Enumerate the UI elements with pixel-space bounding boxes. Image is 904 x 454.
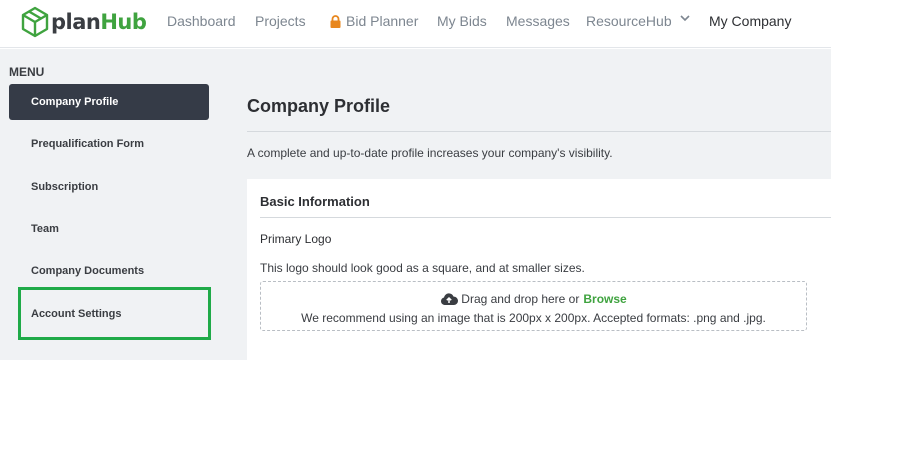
nav-bid-planner-label: Bid Planner	[346, 13, 419, 29]
sidebar-item-subscription[interactable]: Subscription	[9, 169, 209, 205]
dropzone-recommendation: We recommend using an image that is 200p…	[301, 311, 766, 325]
nav-projects[interactable]: Projects	[255, 12, 306, 30]
planhub-cube-icon	[21, 6, 49, 38]
nav-my-bids[interactable]: My Bids	[437, 12, 487, 30]
nav-my-company[interactable]: My Company	[709, 12, 791, 30]
sidebar-item-company-profile[interactable]: Company Profile	[9, 84, 209, 120]
primary-logo-label: Primary Logo	[260, 232, 332, 246]
logo-hint: This logo should look good as a square, …	[260, 261, 585, 275]
card-divider	[260, 217, 831, 218]
browse-link[interactable]: Browse	[583, 292, 626, 306]
planhub-logo[interactable]: planHub	[20, 5, 147, 39]
chevron-down-icon	[680, 14, 690, 21]
sidebar-item-team[interactable]: Team	[9, 211, 209, 247]
dropzone-prompt: Drag and drop here or Browse	[261, 291, 806, 307]
nav-resourcehub[interactable]: ResourceHub	[586, 12, 690, 30]
sidebar-item-prequalification-form[interactable]: Prequalification Form	[9, 126, 209, 162]
sidebar-menu: MENU Company Profile Prequalification Fo…	[0, 49, 246, 360]
highlight-box	[18, 287, 211, 340]
top-navigation: planHub Dashboard Projects Bid Planner M…	[0, 0, 831, 48]
dropzone-text: Drag and drop here or	[461, 292, 580, 306]
nav-resourcehub-label: ResourceHub	[586, 13, 672, 29]
title-divider	[247, 131, 831, 132]
sidebar-item-company-documents[interactable]: Company Documents	[9, 253, 209, 289]
nav-messages[interactable]: Messages	[506, 12, 570, 30]
logo-dropzone[interactable]: Drag and drop here or Browse We recommen…	[260, 281, 807, 331]
basic-information-card: Basic Information Primary Logo This logo…	[247, 179, 831, 360]
page-title: Company Profile	[247, 96, 391, 116]
cloud-upload-icon	[441, 293, 459, 305]
page-description: A complete and up-to-date profile increa…	[247, 146, 613, 160]
lock-icon	[330, 14, 341, 28]
menu-label: MENU	[9, 65, 45, 79]
main-content: Company Profile A complete and up-to-dat…	[246, 49, 831, 360]
nav-bid-planner[interactable]: Bid Planner	[330, 12, 418, 30]
brand-name: planHub	[51, 10, 147, 34]
card-title: Basic Information	[260, 194, 370, 209]
nav-dashboard[interactable]: Dashboard	[167, 12, 236, 30]
